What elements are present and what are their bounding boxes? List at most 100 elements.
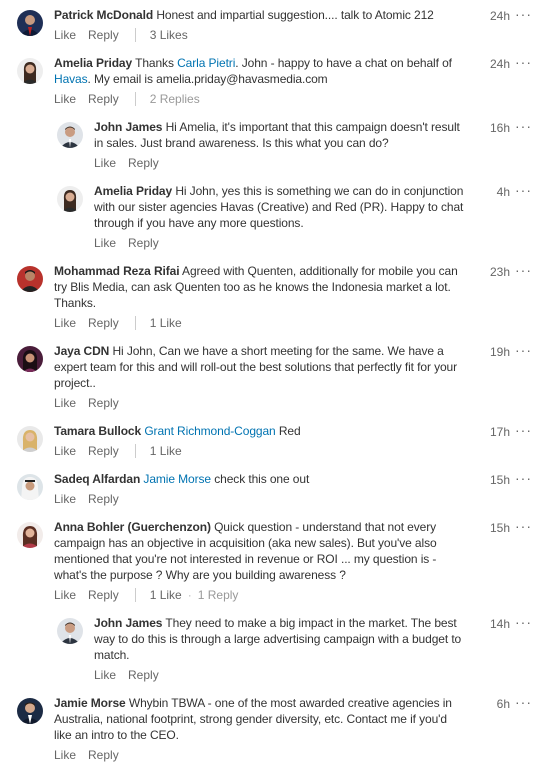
replies-count[interactable]: 1 Reply	[198, 587, 239, 603]
replies-count[interactable]: 2 Replies	[150, 91, 200, 107]
reply-button[interactable]: Reply	[88, 491, 119, 507]
comment-actions: Like Reply 2 Replies	[54, 91, 200, 107]
reply-button[interactable]: Reply	[88, 91, 119, 107]
like-button[interactable]: Like	[54, 443, 76, 459]
avatar[interactable]	[17, 10, 43, 36]
mention-link[interactable]: Jamie Morse	[143, 472, 211, 486]
commenter-name[interactable]: Jamie Morse	[54, 696, 126, 710]
divider	[134, 587, 136, 602]
reply-button[interactable]: Reply	[128, 667, 159, 683]
commenter-name[interactable]: John James	[94, 120, 162, 134]
comment-body: Thanks	[135, 56, 178, 70]
reply-button[interactable]: Reply	[88, 587, 119, 603]
comment-body: Hi John, Can we have a short meeting for…	[54, 344, 458, 390]
commenter-name[interactable]: John James	[94, 616, 162, 630]
like-button[interactable]: Like	[94, 667, 116, 683]
commenter-name[interactable]: Amelia Priday	[54, 56, 132, 70]
comment-actions: Like Reply	[54, 491, 119, 507]
timestamp: 14h	[489, 617, 510, 631]
commenter-name[interactable]: Amelia Priday	[94, 184, 172, 198]
commenter-name[interactable]: Jaya CDN	[54, 344, 109, 358]
comment-actions: Like Reply 1 Like · 1 Reply	[54, 587, 238, 603]
comment-text: Amelia Priday Hi John, yes this is somet…	[94, 183, 470, 231]
ellipsis-icon[interactable]: ···	[515, 55, 532, 69]
like-button[interactable]: Like	[54, 315, 76, 331]
timestamp: 16h	[489, 121, 510, 135]
reply-button[interactable]: Reply	[88, 315, 119, 331]
avatar[interactable]	[17, 266, 43, 292]
timestamp: 4h	[496, 185, 510, 199]
comment-text: Anna Bohler (Guerchenzon) Quick question…	[54, 519, 454, 583]
comment-text: Amelia Priday Thanks Carla Pietri. John …	[54, 55, 474, 87]
reply-button[interactable]: Reply	[88, 443, 119, 459]
comment-body: Red	[275, 424, 301, 438]
reply-button[interactable]: Reply	[128, 235, 159, 251]
mention-link[interactable]: Carla Pietri	[177, 56, 235, 70]
commenter-name[interactable]: Tamara Bullock	[54, 424, 141, 438]
like-count[interactable]: 1 Like	[150, 315, 182, 331]
separator-dot: ·	[187, 588, 192, 602]
like-count[interactable]: 1 Like	[150, 443, 182, 459]
timestamp: 15h	[489, 473, 510, 487]
avatar[interactable]	[17, 698, 43, 724]
like-button[interactable]: Like	[54, 395, 76, 411]
ellipsis-icon[interactable]: ···	[515, 263, 532, 277]
timestamp: 17h	[489, 425, 510, 439]
avatar[interactable]	[57, 618, 83, 644]
like-button[interactable]: Like	[94, 155, 116, 171]
mention-link[interactable]: Havas	[54, 72, 88, 86]
comment-actions: Like Reply	[54, 395, 119, 411]
reply-button[interactable]: Reply	[88, 27, 119, 43]
avatar[interactable]	[17, 58, 43, 84]
like-count[interactable]: 3 Likes	[150, 27, 188, 43]
avatar[interactable]	[17, 346, 43, 372]
commenter-name[interactable]: Mohammad Reza Rifai	[54, 264, 180, 278]
commenter-name[interactable]: Anna Bohler (Guerchenzon)	[54, 520, 211, 534]
comment-body: check this one out	[211, 472, 310, 486]
like-button[interactable]: Like	[54, 27, 76, 43]
avatar[interactable]	[57, 122, 83, 148]
comment-text: Jaya CDN Hi John, Can we have a short me…	[54, 343, 470, 391]
timestamp: 15h	[489, 521, 510, 535]
timestamp: 23h	[489, 265, 510, 279]
comment-body: Honest and impartial suggestion.... talk…	[156, 8, 434, 22]
mention-link[interactable]: Grant Richmond-Coggan	[144, 424, 275, 438]
ellipsis-icon[interactable]: ···	[515, 471, 532, 485]
reply-button[interactable]: Reply	[88, 395, 119, 411]
comment-actions: Like Reply	[94, 667, 159, 683]
comment-text: Mohammad Reza Rifai Agreed with Quenten,…	[54, 263, 470, 311]
reply-button[interactable]: Reply	[88, 747, 119, 763]
comment-text: John James Hi Amelia, it's important tha…	[94, 119, 470, 151]
comment-actions: Like Reply	[94, 235, 159, 251]
comment-body: . John - happy to have a chat on behalf …	[235, 56, 452, 70]
comment-actions: Like Reply 1 Like	[54, 315, 182, 331]
ellipsis-icon[interactable]: ···	[515, 695, 532, 709]
like-button[interactable]: Like	[94, 235, 116, 251]
commenter-name[interactable]: Patrick McDonald	[54, 8, 153, 22]
like-button[interactable]: Like	[54, 491, 76, 507]
avatar[interactable]	[17, 522, 43, 548]
ellipsis-icon[interactable]: ···	[515, 119, 532, 133]
ellipsis-icon[interactable]: ···	[515, 7, 532, 21]
avatar[interactable]	[17, 426, 43, 452]
comment-text: Sadeq Alfardan Jamie Morse check this on…	[54, 471, 470, 487]
ellipsis-icon[interactable]: ···	[515, 615, 532, 629]
comment-text: Tamara Bullock Grant Richmond-Coggan Red	[54, 423, 470, 439]
avatar[interactable]	[57, 186, 83, 212]
ellipsis-icon[interactable]: ···	[515, 343, 532, 357]
comment-actions: Like Reply 1 Like	[54, 443, 182, 459]
comment-actions: Like Reply 3 Likes	[54, 27, 188, 43]
commenter-name[interactable]: Sadeq Alfardan	[54, 472, 140, 486]
comment-text: Patrick McDonald Honest and impartial su…	[54, 7, 474, 23]
like-button[interactable]: Like	[54, 91, 76, 107]
reply-button[interactable]: Reply	[128, 155, 159, 171]
ellipsis-icon[interactable]: ···	[515, 519, 532, 533]
like-count[interactable]: 1 Like	[150, 587, 182, 603]
ellipsis-icon[interactable]: ···	[515, 183, 532, 197]
like-button[interactable]: Like	[54, 587, 76, 603]
divider	[134, 27, 136, 42]
avatar[interactable]	[17, 474, 43, 500]
like-button[interactable]: Like	[54, 747, 76, 763]
ellipsis-icon[interactable]: ···	[515, 423, 532, 437]
comment-text: Jamie Morse Whybin TBWA - one of the mos…	[54, 695, 466, 743]
